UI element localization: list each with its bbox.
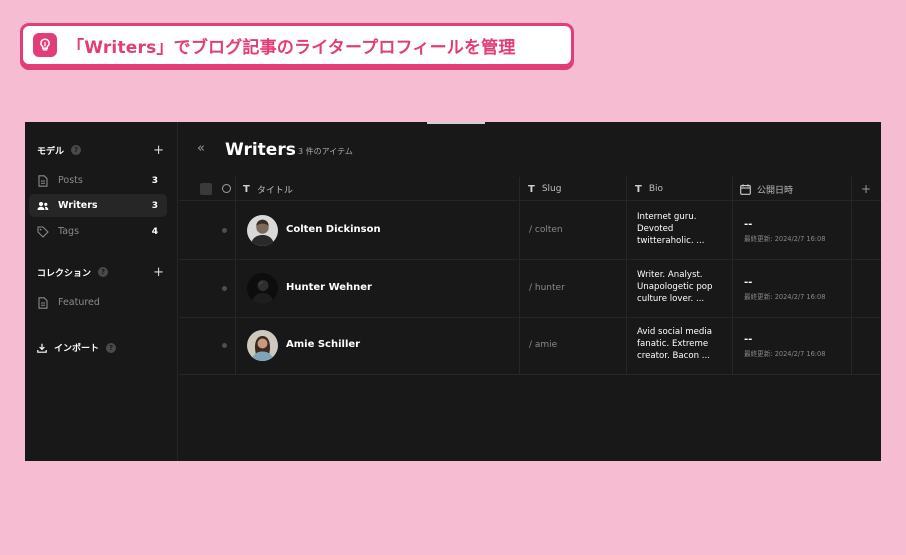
- column-header-label: Slug: [541, 184, 562, 194]
- sidebar: モデル ? + Posts 3 Writers 3 Tags 4 コレクション …: [25, 122, 178, 461]
- sidebar-item-label: Posts: [58, 175, 83, 186]
- collections-section-label: コレクション: [37, 268, 92, 279]
- sidebar-item-label: Tags: [58, 226, 80, 237]
- bio-line: Avid social media: [637, 327, 713, 337]
- collections-help-icon[interactable]: ?: [98, 267, 109, 277]
- sidebar-item-posts[interactable]: Posts 3: [29, 169, 167, 192]
- sidebar-item-count: 3: [151, 175, 158, 186]
- add-column-button[interactable]: +: [861, 177, 871, 201]
- last-updated: 最終更新: 2024/2/7 16:08: [744, 235, 826, 243]
- bio-line: Writer. Analyst.: [637, 270, 703, 280]
- bio-line: fanatic. Extreme: [637, 339, 709, 349]
- column-header-label: 公開日時: [757, 185, 794, 196]
- sidebar-item-count: 3: [151, 200, 158, 211]
- table-row[interactable]: Hunter Wehner / hunter Writer. Analyst. …: [179, 260, 881, 318]
- tag-icon: [37, 225, 49, 238]
- table-row[interactable]: Colten Dickinson / colten Internet guru.…: [179, 202, 881, 260]
- sidebar-item-tags[interactable]: Tags 4: [29, 220, 167, 243]
- status-dot: [222, 343, 227, 348]
- table-row[interactable]: Amie Schiller / amie Avid social media f…: [179, 317, 881, 375]
- column-header-label: Bio: [648, 184, 664, 194]
- column-header-label: タイトル: [256, 185, 293, 196]
- models-section-header: モデル ? +: [25, 140, 178, 160]
- sidebar-item-label: Writers: [58, 200, 98, 211]
- import-help-icon[interactable]: ?: [106, 342, 117, 353]
- bio-line: creator. Bacon ...: [637, 351, 710, 361]
- collections-section-header: コレクション ? +: [25, 262, 178, 282]
- users-icon: [37, 200, 49, 212]
- column-header-title[interactable]: T タイトル: [243, 177, 293, 201]
- models-help-icon[interactable]: ?: [71, 145, 82, 155]
- text-type-icon: T: [635, 183, 642, 195]
- status-circle-icon: [222, 184, 231, 193]
- sidebar-item-featured[interactable]: Featured: [29, 291, 167, 314]
- calendar-icon: [740, 183, 751, 195]
- lightbulb-icon: [33, 33, 57, 57]
- import-button[interactable]: インポート ?: [37, 341, 117, 354]
- last-updated: 最終更新: 2024/2/7 16:08: [744, 293, 826, 301]
- page-title: Writers: [225, 140, 296, 160]
- status-dot: [222, 286, 227, 291]
- select-all-checkbox[interactable]: [200, 183, 212, 195]
- bio-line: twitteraholic. ...: [637, 236, 705, 246]
- table-header: T タイトル T Slug T Bio 公開日時 +: [179, 177, 881, 201]
- writer-name: Amie Schiller: [286, 339, 361, 350]
- document-icon: [37, 174, 49, 187]
- avatar: [247, 215, 278, 246]
- published-date: --: [744, 277, 753, 288]
- column-header-published[interactable]: 公開日時: [740, 177, 793, 201]
- sidebar-item-writers[interactable]: Writers 3: [29, 194, 167, 217]
- writer-bio: Internet guru. Devoted twitteraholic. ..…: [637, 211, 729, 247]
- writer-bio: Avid social media fanatic. Extreme creat…: [637, 326, 729, 362]
- cms-window: モデル ? + Posts 3 Writers 3 Tags 4 コレクション …: [25, 122, 881, 461]
- column-header-bio[interactable]: T Bio: [635, 177, 663, 201]
- text-type-icon: T: [243, 183, 250, 195]
- header-banner: 「Writers」でブログ記事のライタープロフィールを管理: [20, 23, 574, 67]
- bio-line: Devoted: [637, 224, 674, 234]
- avatar: [247, 273, 278, 304]
- add-model-button[interactable]: +: [153, 144, 164, 157]
- last-updated: 最終更新: 2024/2/7 16:08: [744, 350, 826, 358]
- item-count: 3 件のアイテム: [298, 147, 353, 156]
- writer-name: Colten Dickinson: [286, 224, 381, 235]
- sidebar-item-label: Featured: [58, 297, 100, 308]
- bio-line: Unapologetic pop: [637, 282, 713, 292]
- banner-title: 「Writers」でブログ記事のライタープロフィールを管理: [67, 37, 516, 58]
- models-section-label: モデル: [37, 146, 65, 157]
- published-date: --: [744, 219, 753, 230]
- sidebar-item-count: 4: [151, 226, 158, 237]
- text-type-icon: T: [528, 183, 535, 195]
- status-dot: [222, 228, 227, 233]
- writer-slug: / hunter: [529, 283, 565, 293]
- avatar: [247, 330, 278, 361]
- document-icon: [37, 296, 49, 309]
- writer-slug: / colten: [529, 225, 563, 235]
- writer-slug: / amie: [529, 340, 558, 350]
- bio-line: culture lover. ...: [637, 294, 705, 304]
- published-date: --: [744, 334, 753, 345]
- add-collection-button[interactable]: +: [153, 266, 164, 279]
- column-header-slug[interactable]: T Slug: [528, 177, 561, 201]
- collapse-sidebar-icon[interactable]: «: [197, 141, 205, 156]
- import-label: インポート: [54, 344, 100, 354]
- writer-bio: Writer. Analyst. Unapologetic pop cultur…: [637, 269, 729, 305]
- download-icon: [37, 343, 47, 353]
- writer-name: Hunter Wehner: [286, 282, 372, 293]
- main-panel: « Writers 3 件のアイテム T タイトル T Slug T Bio 公…: [179, 122, 881, 461]
- bio-line: Internet guru.: [637, 212, 697, 222]
